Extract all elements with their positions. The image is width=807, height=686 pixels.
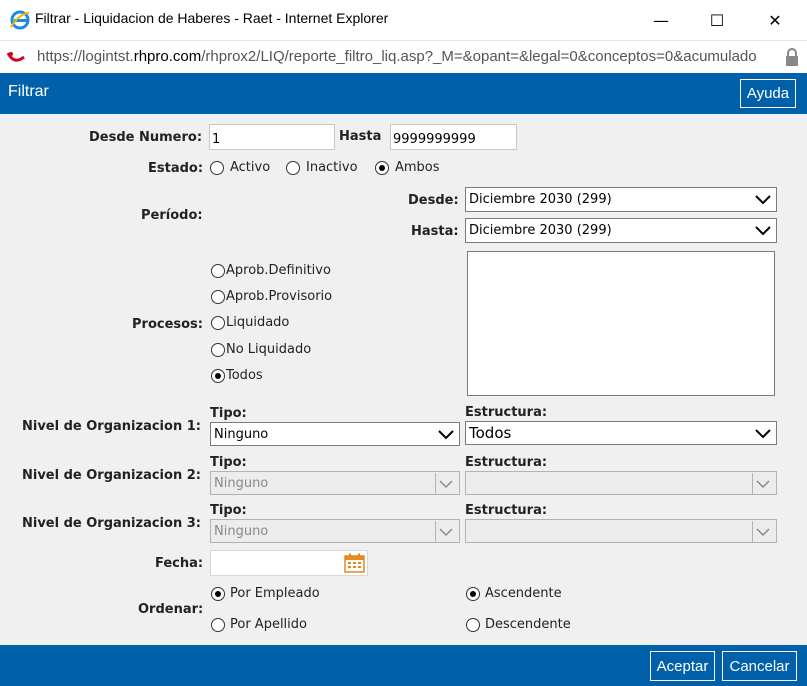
proceso-aprob-definitivo-radio[interactable] [211,264,225,278]
proceso-liquidado-label: Liquidado [226,315,290,330]
proceso-todos-radio[interactable] [211,369,225,383]
proceso-liquidado-radio[interactable] [211,316,225,330]
window-titlebar: Filtrar - Liquidacion de Haberes - Raet … [0,0,807,40]
site-logo-icon [6,52,25,62]
nivel3-tipo-value: Ninguno [214,524,269,539]
periodo-desde-select[interactable]: Diciembre 2030 (299) [465,187,777,212]
nivel1-tipo-label: Tipo: [210,406,247,421]
hasta-numero-label: Hasta [339,129,382,144]
chevron-down-icon [439,528,453,537]
nivel2-label: Nivel de Organizacion 2: [22,468,201,483]
estado-ambos-label: Ambos [395,160,440,175]
minimize-button[interactable]: — [638,0,684,40]
nivel2-tipo-select[interactable]: Ninguno [210,471,460,495]
chevron-down-icon [439,480,453,489]
proceso-no-liquidado-radio[interactable] [211,343,225,357]
periodo-desde-value: Diciembre 2030 (299) [469,192,612,207]
nivel1-estructura-label: Estructura: [465,405,548,420]
chevron-down-icon [755,429,771,439]
estado-activo-label: Activo [230,160,271,175]
nivel2-estructura-select[interactable] [465,471,777,495]
cancel-button[interactable]: Cancelar [722,651,797,681]
estado-ambos-radio[interactable] [375,161,389,175]
ordenar-label: Ordenar: [138,602,204,617]
procesos-label: Procesos: [132,317,203,332]
nivel2-tipo-value: Ninguno [214,476,269,491]
estado-label: Estado: [148,161,204,176]
periodo-hasta-label: Hasta: [411,224,459,239]
page-title: Filtrar [8,83,49,100]
ordenar-por-apellido-label: Por Apellido [230,617,307,632]
ascendente-label: Ascendente [485,586,562,601]
url-text[interactable]: https://logintst.rhpro.com/rhprox2/LIQ/r… [37,48,757,65]
dialog-header: Filtrar Ayuda [0,73,807,114]
lock-icon [786,48,798,66]
nivel1-tipo-select[interactable]: Ninguno [210,422,460,446]
calendar-icon[interactable] [344,553,365,573]
proceso-aprob-provisorio-label: Aprob.Provisorio [226,289,333,304]
periodo-desde-label: Desde: [408,193,459,208]
nivel3-estructura-label: Estructura: [465,503,548,518]
nivel1-label: Nivel de Organizacion 1: [22,419,201,434]
desde-numero-input[interactable] [209,124,335,150]
descendente-radio[interactable] [466,618,480,632]
internet-explorer-icon [10,10,30,30]
accept-button[interactable]: Aceptar [650,651,715,681]
close-button[interactable]: ✕ [752,0,798,40]
estado-inactivo-radio[interactable] [286,161,300,175]
procesos-listbox[interactable] [467,251,775,396]
nivel3-label: Nivel de Organizacion 3: [22,516,201,531]
ordenar-por-apellido-radio[interactable] [211,618,225,632]
fecha-label: Fecha: [155,556,204,571]
nivel3-tipo-label: Tipo: [210,503,247,518]
chevron-down-icon [755,226,771,236]
descendente-label: Descendente [485,617,571,632]
hasta-numero-input[interactable] [390,124,517,150]
estado-activo-radio[interactable] [210,161,224,175]
nivel3-estructura-select[interactable] [465,519,777,543]
chevron-down-icon [755,195,771,205]
help-button[interactable]: Ayuda [740,79,796,108]
nivel1-tipo-value: Ninguno [214,427,269,442]
desde-numero-label: Desde Numero: [89,130,203,145]
chevron-down-icon [438,430,454,440]
nivel2-tipo-label: Tipo: [210,455,247,470]
proceso-aprob-definitivo-label: Aprob.Definitivo [226,263,331,278]
dialog-footer: Aceptar Cancelar [0,645,807,686]
nivel2-estructura-label: Estructura: [465,455,548,470]
chevron-down-icon [756,480,770,489]
ascendente-radio[interactable] [466,587,480,601]
proceso-aprob-provisorio-radio[interactable] [211,290,225,304]
ordenar-por-empleado-radio[interactable] [211,587,225,601]
periodo-hasta-select[interactable]: Diciembre 2030 (299) [465,218,777,243]
nivel3-tipo-select[interactable]: Ninguno [210,519,460,543]
chevron-down-icon [756,528,770,537]
ordenar-por-empleado-label: Por Empleado [230,586,320,601]
estado-inactivo-label: Inactivo [306,160,358,175]
window-title: Filtrar - Liquidacion de Haberes - Raet … [35,10,389,26]
maximize-button[interactable]: ☐ [694,0,740,40]
address-bar[interactable]: https://logintst.rhpro.com/rhprox2/LIQ/r… [0,40,807,73]
proceso-no-liquidado-label: No Liquidado [226,342,312,357]
proceso-todos-label: Todos [226,368,263,383]
periodo-hasta-value: Diciembre 2030 (299) [469,223,612,238]
periodo-label: Período: [141,208,203,223]
nivel1-estructura-select[interactable]: Todos [465,421,777,445]
nivel1-estructura-value: Todos [469,424,512,442]
